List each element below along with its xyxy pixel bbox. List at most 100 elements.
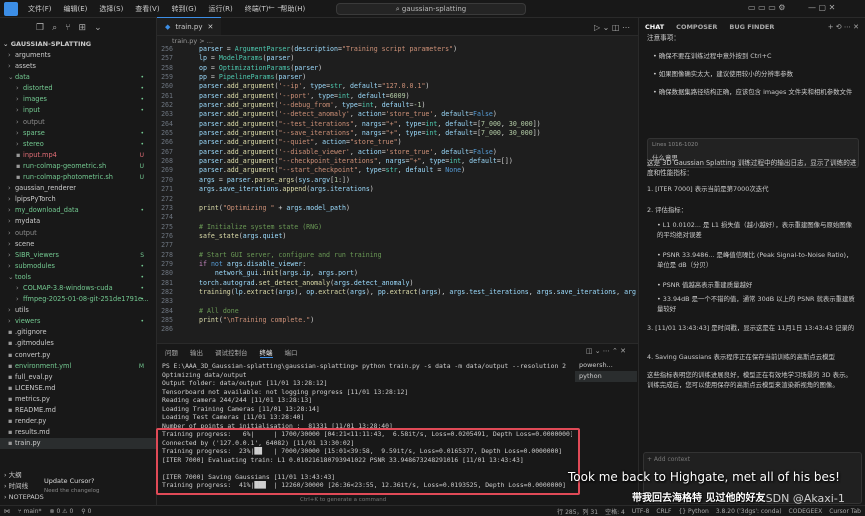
code-line[interactable]: 280 network_gui.init(args.ip, args.port) — [157, 269, 638, 278]
code-line[interactable]: 278 # Start GUI server, configure and run… — [157, 251, 638, 260]
nav-arrows-icon[interactable]: ← → — [268, 3, 284, 12]
panel-tab[interactable]: 终端 — [259, 347, 273, 358]
code-line[interactable]: 279 if not args.disable_viewer: — [157, 260, 638, 269]
command-search[interactable]: ⌕ gaussian-splatting — [336, 3, 526, 15]
chevron-down-icon[interactable]: ⌄ — [94, 23, 102, 33]
tree-folder[interactable]: ⌄tools • — [0, 272, 156, 283]
terminal-instance[interactable]: powersh... — [575, 360, 637, 371]
tree-folder[interactable]: › output — [0, 228, 156, 239]
tree-file[interactable]: ▪ full_eval.py — [0, 372, 156, 383]
status-item[interactable]: {} Python — [678, 508, 708, 515]
code-line[interactable]: 286 — [157, 325, 638, 334]
code-line[interactable]: 267 parser.add_argument('--disable_viewer… — [157, 148, 638, 157]
panel-tab[interactable]: 调试控制台 — [215, 347, 248, 357]
tree-folder[interactable]: › mydata — [0, 216, 156, 227]
tree-folder[interactable]: › viewers • — [0, 316, 156, 327]
status-item[interactable]: Cursor Tab — [829, 508, 861, 515]
menu-item[interactable]: 转到(G) — [166, 4, 203, 14]
code-line[interactable]: 282 training(lp.extract(args), op.extract… — [157, 288, 638, 297]
code-line[interactable]: 266 parser.add_argument("--quiet", action… — [157, 138, 638, 147]
tree-folder[interactable]: › SIBR_viewers S — [0, 250, 156, 261]
project-title[interactable]: ⌄ GAUSSIAN-SPLATTING — [0, 38, 156, 50]
code-line[interactable]: 285 print("\nTraining complete.") — [157, 316, 638, 325]
code-line[interactable]: 265 parser.add_argument("--save_iteration… — [157, 129, 638, 138]
tree-file[interactable]: ▪ .gitignore — [0, 327, 156, 338]
code-line[interactable]: 268 parser.add_argument("--checkpoint_ite… — [157, 157, 638, 166]
tree-file[interactable]: ▪ run-colmap-photometric.sh U — [0, 172, 156, 183]
tree-file[interactable]: ▪ input.mp4 U — [0, 150, 156, 161]
tree-file[interactable]: ▪ results.md — [0, 427, 156, 438]
code-line[interactable]: 259 pp = PipelineParams(parser) — [157, 73, 638, 82]
status-item[interactable]: CRLF — [656, 508, 671, 515]
code-line[interactable]: 262 parser.add_argument('--debug_from', t… — [157, 101, 638, 110]
tree-folder[interactable]: › output — [0, 117, 156, 128]
code-line[interactable]: 258 op = OptimizationParams(parser) — [157, 64, 638, 73]
tree-folder[interactable]: › lpipsPyTorch — [0, 194, 156, 205]
update-notice[interactable]: Update Cursor? Need the changelog — [44, 477, 114, 505]
code-line[interactable]: 275 # Initialize system state (RNG) — [157, 223, 638, 232]
tree-file[interactable]: ▪ run-colmap-geometric.sh U — [0, 161, 156, 172]
source-control-icon[interactable]: ⑂ — [65, 23, 70, 33]
ports-count[interactable]: ⚲ 0 — [81, 508, 91, 515]
code-line[interactable]: 284 # All done — [157, 307, 638, 316]
code-line[interactable]: 270 args = parser.parse_args(sys.argv[1:]… — [157, 176, 638, 185]
chat-tab[interactable]: BUG FINDER — [729, 23, 774, 31]
tree-folder[interactable]: › stereo • — [0, 139, 156, 150]
menu-item[interactable]: 查看(V) — [129, 4, 165, 14]
code-line[interactable]: 257 lp = ModelParams(parser) — [157, 54, 638, 63]
tree-file[interactable]: ▪ LICENSE.md — [0, 383, 156, 394]
panel-tab[interactable]: 问题 — [165, 347, 178, 357]
tree-file[interactable]: ▪ convert.py — [0, 350, 156, 361]
tree-folder[interactable]: › sparse • — [0, 128, 156, 139]
code-area[interactable]: 256 parser = ArgumentParser(description="… — [157, 45, 638, 335]
menu-item[interactable]: 选择(S) — [93, 4, 129, 14]
code-line[interactable]: 274 — [157, 213, 638, 222]
tree-folder[interactable]: › ffmpeg-2025-01-08-git-251de1791e... • — [0, 294, 156, 305]
tree-folder[interactable]: › distorted • — [0, 83, 156, 94]
tree-file[interactable]: ▪ .gitmodules — [0, 338, 156, 349]
chat-tab[interactable]: COMPOSER — [676, 23, 717, 31]
menu-item[interactable]: 编辑(E) — [58, 4, 94, 14]
code-line[interactable]: 273 print("Optimizing " + args.model_path… — [157, 204, 638, 213]
tree-folder[interactable]: › images • — [0, 94, 156, 105]
menu-item[interactable]: 运行(R) — [202, 4, 238, 14]
menu-item[interactable]: 文件(F) — [22, 4, 58, 14]
tree-file[interactable]: ▪ environment.yml M — [0, 361, 156, 372]
code-line[interactable]: 271 args.save_iterations.append(args.iter… — [157, 185, 638, 194]
code-line[interactable]: 272 — [157, 195, 638, 204]
tree-folder[interactable]: › scene — [0, 239, 156, 250]
extensions-icon[interactable]: ⊞ — [79, 23, 87, 33]
panel-controls-icon[interactable]: ◫ ⌄ ⋯ ⌃ ✕ — [586, 347, 626, 355]
code-line[interactable]: 264 parser.add_argument("--test_iteration… — [157, 120, 638, 129]
tab-train-py[interactable]: ◆ train.py ✕ — [157, 17, 222, 35]
tree-folder[interactable]: › input • — [0, 105, 156, 116]
remote-icon[interactable]: ⋈ — [4, 508, 10, 515]
status-item[interactable]: UTF-8 — [632, 508, 650, 515]
chat-controls-icon[interactable]: + ⟲ ⋯ ✕ — [828, 23, 859, 31]
code-line[interactable]: 260 parser.add_argument('--ip', type=str,… — [157, 82, 638, 91]
run-icon[interactable]: ▷ ⌄ ◫ ⋯ — [586, 23, 638, 35]
problems-count[interactable]: ⊗ 0 ⚠ 0 — [50, 508, 74, 515]
code-line[interactable]: 261 parser.add_argument('--port', type=in… — [157, 92, 638, 101]
tree-folder[interactable]: › COLMAP-3.8-windows-cuda • — [0, 283, 156, 294]
tree-folder[interactable]: › assets — [0, 61, 156, 72]
tree-file[interactable]: ▪ README.md — [0, 405, 156, 416]
tree-folder[interactable]: › my_download_data • — [0, 205, 156, 216]
tree-file[interactable]: ▪ render.py — [0, 416, 156, 427]
code-line[interactable]: 263 parser.add_argument('--detect_anomaly… — [157, 110, 638, 119]
branch-indicator[interactable]: ⑂ main* — [18, 508, 42, 515]
code-line[interactable]: 283 — [157, 297, 638, 306]
search-icon[interactable]: ⌕ — [52, 23, 57, 33]
window-controls[interactable]: — ▢ ✕ — [808, 3, 835, 12]
code-line[interactable]: 276 safe_state(args.quiet) — [157, 232, 638, 241]
panel-tab[interactable]: 端口 — [285, 347, 298, 357]
panel-tab[interactable]: 输出 — [190, 347, 203, 357]
code-line[interactable]: 277 — [157, 241, 638, 250]
tree-file[interactable]: ▪ train.py — [0, 438, 156, 450]
tree-folder[interactable]: › arguments — [0, 50, 156, 61]
tree-folder[interactable]: › submodules • — [0, 261, 156, 272]
tree-folder[interactable]: › utils — [0, 305, 156, 316]
status-item[interactable]: 空格: 4 — [605, 507, 625, 516]
tree-folder[interactable]: › gaussian_renderer — [0, 183, 156, 194]
status-item[interactable]: CODEGEEX — [789, 508, 823, 515]
